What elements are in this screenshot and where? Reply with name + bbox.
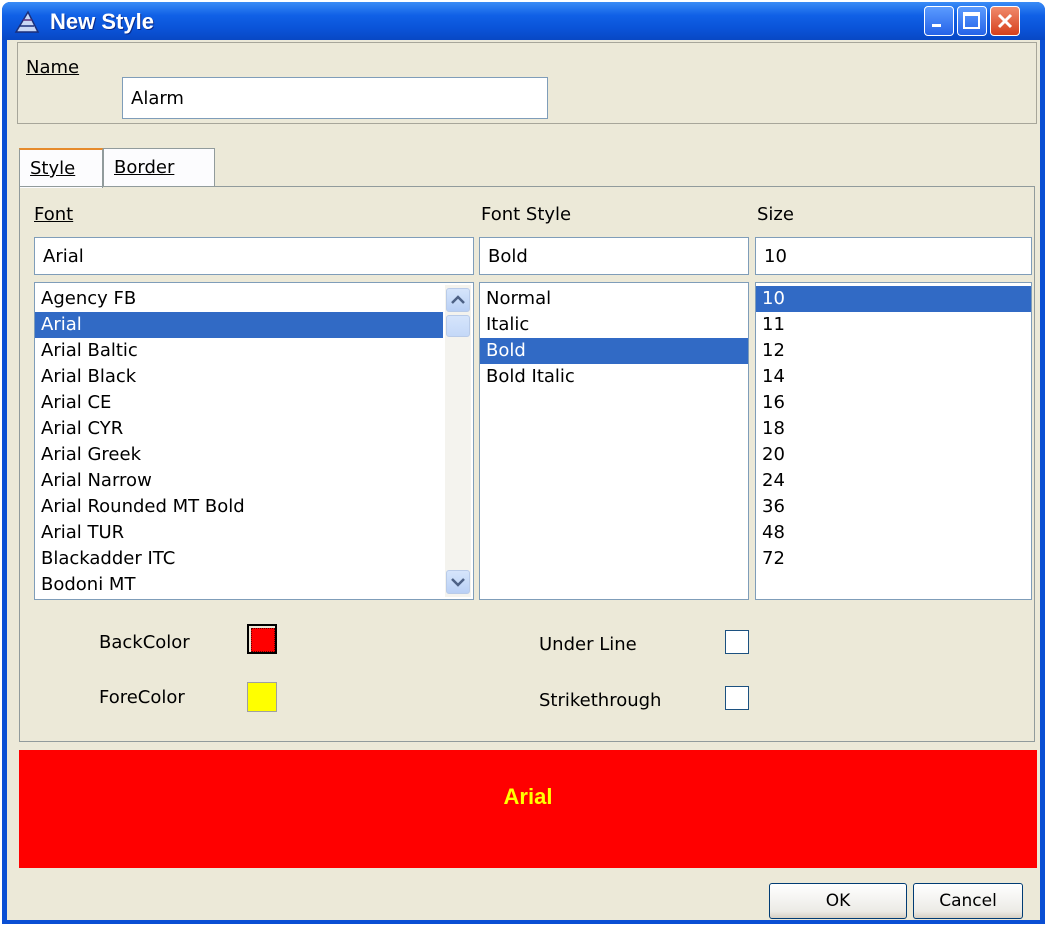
cancel-button[interactable]: Cancel xyxy=(913,883,1023,919)
minimize-icon xyxy=(932,24,941,27)
tab-border[interactable]: Border xyxy=(103,148,215,186)
font-list-item[interactable]: Agency FB xyxy=(35,286,443,312)
font-list-item[interactable]: Arial Black xyxy=(35,364,443,390)
font-list-item[interactable]: Arial Baltic xyxy=(35,338,443,364)
scroll-thumb[interactable] xyxy=(446,315,470,337)
font-style-label: Font Style xyxy=(481,204,572,225)
size-list-items: 10 11 12 14 16 18 20 24 36 48 72 xyxy=(756,286,1031,572)
name-group: Name xyxy=(17,42,1037,124)
font-style-input[interactable] xyxy=(479,237,749,275)
font-style-list-item[interactable]: Italic xyxy=(480,312,748,338)
chevron-up-icon xyxy=(451,295,465,304)
name-label-text: Name xyxy=(26,57,80,78)
font-list-item[interactable]: Arial Greek xyxy=(35,442,443,468)
font-input[interactable] xyxy=(34,237,474,275)
font-style-list-item[interactable]: Normal xyxy=(480,286,748,312)
fore-color-fill xyxy=(248,683,276,711)
font-style-list[interactable]: Normal Italic Bold Bold Italic xyxy=(479,282,749,600)
font-list-item[interactable]: Blackadder ITC xyxy=(35,546,443,572)
title-bar[interactable]: New Style xyxy=(2,2,1045,40)
font-label-text: Font xyxy=(34,204,74,225)
font-list-item[interactable]: Arial TUR xyxy=(35,520,443,546)
size-list-item[interactable]: 12 xyxy=(756,338,1031,364)
minimize-button[interactable] xyxy=(924,6,954,36)
close-icon xyxy=(997,13,1013,29)
underline-checkbox[interactable] xyxy=(725,630,749,654)
font-list-item[interactable]: Bodoni MT xyxy=(35,572,443,598)
fore-color-label: ForeColor xyxy=(99,687,185,708)
font-list-items: Agency FB Arial Arial Baltic Arial Black Ari… xyxy=(35,286,443,598)
font-list-item[interactable]: Arial xyxy=(35,312,443,338)
fore-color-swatch[interactable] xyxy=(247,682,277,712)
tab-style[interactable]: Style xyxy=(19,148,103,188)
window-title: New Style xyxy=(50,9,154,34)
scroll-up-button[interactable] xyxy=(446,288,470,312)
maximize-button[interactable] xyxy=(957,6,987,36)
new-style-dialog: New Style Name Style Border Font Font St… xyxy=(2,2,1045,924)
font-list-item[interactable]: Arial CYR xyxy=(35,416,443,442)
app-icon xyxy=(14,10,40,34)
size-list-item[interactable]: 14 xyxy=(756,364,1031,390)
underline-label: Under Line xyxy=(539,634,637,655)
size-list-item[interactable]: 24 xyxy=(756,468,1031,494)
font-list-item[interactable]: Arial Rounded MT Bold xyxy=(35,494,443,520)
size-list-item[interactable]: 11 xyxy=(756,312,1031,338)
tab-border-label: Border xyxy=(114,157,175,178)
size-list-item[interactable]: 72 xyxy=(756,546,1031,572)
strikethrough-checkbox[interactable] xyxy=(725,686,749,710)
maximize-icon xyxy=(963,12,980,29)
size-input[interactable] xyxy=(755,237,1032,275)
size-list-item[interactable]: 20 xyxy=(756,442,1031,468)
size-list-item[interactable]: 16 xyxy=(756,390,1031,416)
size-list[interactable]: 10 11 12 14 16 18 20 24 36 48 72 xyxy=(755,282,1032,600)
font-style-list-item[interactable]: Bold xyxy=(480,338,748,364)
back-color-swatch[interactable] xyxy=(247,624,277,654)
font-style-list-items: Normal Italic Bold Bold Italic xyxy=(480,286,748,390)
size-list-item[interactable]: 36 xyxy=(756,494,1031,520)
font-list-item[interactable]: Arial Narrow xyxy=(35,468,443,494)
size-list-item[interactable]: 18 xyxy=(756,416,1031,442)
scroll-down-button[interactable] xyxy=(446,570,470,594)
size-list-item[interactable]: 48 xyxy=(756,520,1031,546)
font-label: Font xyxy=(34,204,73,225)
chevron-down-icon xyxy=(451,578,465,587)
back-color-label: BackColor xyxy=(99,632,190,653)
font-list-item[interactable]: Arial CE xyxy=(35,390,443,416)
name-input[interactable] xyxy=(122,77,548,119)
font-style-list-item[interactable]: Bold Italic xyxy=(480,364,748,390)
size-list-item[interactable]: 10 xyxy=(756,286,1031,312)
preview-text: Arial xyxy=(503,784,553,809)
strikethrough-label: Strikethrough xyxy=(539,690,662,711)
name-label: Name xyxy=(26,57,79,78)
close-button[interactable] xyxy=(990,6,1020,36)
back-color-fill xyxy=(251,628,275,652)
font-list[interactable]: Agency FB Arial Arial Baltic Arial Black Ari… xyxy=(34,282,474,600)
size-label: Size xyxy=(757,204,794,225)
tab-style-label: Style xyxy=(30,158,76,179)
back-color-label-text: BackColor xyxy=(99,632,190,653)
dialog-body: Name Style Border Font Font Style Size A… xyxy=(7,40,1040,920)
font-list-scrollbar[interactable] xyxy=(445,285,471,597)
style-preview: Arial xyxy=(19,750,1037,868)
ok-button[interactable]: OK xyxy=(769,883,907,919)
